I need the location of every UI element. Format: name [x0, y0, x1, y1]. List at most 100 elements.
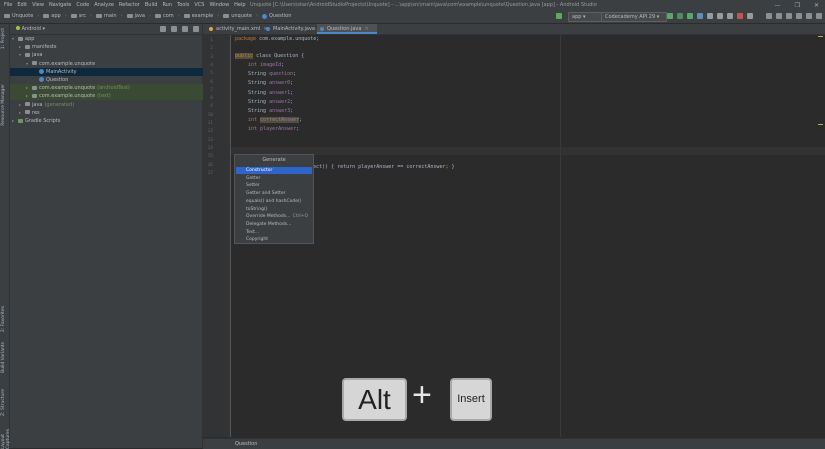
tree-item[interactable]: ▾ java — [10, 51, 211, 59]
generate-option[interactable]: toString() — [236, 206, 312, 213]
code-editor[interactable]: package com.example.unquote; public clas… — [231, 35, 825, 437]
tree-item-label: manifests — [32, 44, 57, 51]
sdk-manager-icon[interactable] — [776, 13, 782, 19]
field-type: String — [248, 108, 267, 114]
tree-item[interactable]: ▾ com.example.unquote — [10, 60, 218, 68]
run-icon[interactable] — [667, 13, 673, 19]
menu-help[interactable]: Help — [234, 2, 245, 8]
tab-mainactivity-java[interactable]: MainActivity.java× — [263, 24, 323, 34]
tree-item[interactable]: ▸ com.example.unquote (test) — [10, 92, 218, 101]
breadcrumb-separator: › — [256, 13, 258, 19]
tree-item[interactable]: ▸ manifests — [10, 43, 211, 51]
menu-build[interactable]: Build — [145, 2, 158, 8]
maximize-button[interactable]: ❐ — [795, 2, 800, 9]
tree-item[interactable]: ▸ com.example.unquote (androidTest) — [10, 84, 218, 93]
breadcrumb-item[interactable]: example — [183, 13, 213, 19]
project-view-select[interactable]: Android ▾ — [16, 26, 45, 32]
minimize-button[interactable]: — — [775, 2, 781, 9]
line-number: 4 — [210, 62, 213, 68]
tool-window-build-variants[interactable]: Build Variants — [1, 342, 6, 373]
hide-panel-icon[interactable] — [193, 26, 199, 32]
breadcrumb-item[interactable]: main — [96, 13, 117, 19]
project-structure-icon[interactable] — [786, 13, 792, 19]
device-select[interactable]: Codecademy API 29 ▾ — [601, 12, 667, 22]
stop-icon[interactable] — [737, 13, 743, 19]
breadcrumb-item[interactable]: app — [43, 13, 61, 19]
generate-option[interactable]: equals() and hashCode() — [236, 198, 312, 205]
menu-navigate[interactable]: Navigate — [49, 2, 71, 8]
line-number: 6 — [210, 79, 213, 85]
close-button[interactable]: ✕ — [814, 2, 819, 9]
generate-option[interactable]: Getter — [236, 175, 312, 182]
package-icon — [32, 85, 37, 90]
generate-option[interactable]: Override Methods... Ctrl+O — [236, 213, 312, 220]
menu-window[interactable]: Window — [209, 2, 229, 8]
generate-option[interactable]: Test... — [236, 229, 312, 236]
generate-option[interactable]: Delegate Methods... — [236, 221, 312, 228]
breadcrumb-item[interactable]: unquote — [223, 13, 252, 19]
generate-option[interactable]: Copyright — [236, 236, 312, 243]
breadcrumb-item[interactable]: Unquote — [4, 13, 33, 19]
folder-icon — [70, 14, 77, 18]
menu-view[interactable]: View — [32, 2, 44, 8]
collapse-all-icon[interactable] — [171, 26, 177, 32]
generate-option-label: Test... — [246, 229, 260, 235]
tree-item[interactable]: Question — [10, 76, 225, 84]
tool-window-project[interactable]: 1: Project — [1, 28, 6, 49]
folder-icon — [43, 14, 50, 18]
tree-item[interactable]: ▸ res — [10, 109, 211, 117]
tool-window-structure[interactable]: Z: Structure — [1, 389, 6, 416]
tree-item[interactable]: ▸ Gradle Scripts — [10, 117, 204, 125]
scrollbar-warning-mark — [818, 124, 823, 125]
generate-option-label: Copyright — [246, 237, 268, 243]
plus-sign: + — [412, 376, 432, 414]
tree-item-hint: (androidTest) — [97, 85, 130, 92]
menu-run[interactable]: Run — [162, 2, 172, 8]
editor-breadcrumb[interactable]: Question — [235, 441, 257, 447]
hammer-icon[interactable] — [556, 13, 562, 19]
generate-option[interactable]: Getter and Setter — [236, 190, 312, 197]
apply-changes-icon[interactable] — [677, 13, 683, 19]
tab-activity_main-xml[interactable]: activity_main.xml× — [206, 24, 268, 34]
device-manager-icon[interactable] — [806, 13, 812, 19]
menu-vcs[interactable]: VCS — [194, 2, 204, 8]
breadcrumb-item[interactable]: src — [70, 13, 86, 19]
tree-item[interactable]: MainActivity — [10, 67, 225, 76]
close-icon[interactable]: × — [364, 26, 368, 32]
tool-window-favorites[interactable]: 2: Favorites — [1, 306, 6, 332]
breadcrumb-separator: › — [120, 13, 123, 19]
menu-edit[interactable]: Edit — [17, 2, 27, 8]
tab-question-java[interactable]: Question.java × — [317, 24, 377, 34]
menu-refactor[interactable]: Refactor — [119, 2, 140, 8]
generate-option[interactable]: Constructor — [236, 167, 312, 174]
menu-tools[interactable]: Tools — [177, 2, 189, 8]
search-icon[interactable] — [816, 13, 822, 19]
tool-window-resource-manager[interactable]: Resource Manager — [1, 84, 6, 126]
menu-code[interactable]: Code — [76, 2, 89, 8]
code-line-field: String question; — [248, 71, 297, 78]
avd-manager-icon[interactable] — [766, 13, 772, 19]
breadcrumb-item[interactable]: Question — [262, 13, 291, 19]
locate-file-icon[interactable] — [160, 26, 166, 32]
breadcrumb-item[interactable]: com — [155, 13, 174, 19]
tree-item[interactable]: ▸ java (generated) — [10, 101, 211, 109]
profile-icon[interactable] — [707, 13, 713, 19]
window-controls: — ❐ ✕ — [775, 2, 819, 9]
gear-icon[interactable] — [182, 26, 188, 32]
breadcrumb: Unquote › app › src › main › java › com › example › un… — [4, 13, 291, 19]
code-line-field: String answer3; — [248, 108, 294, 114]
generate-option[interactable]: Setter — [236, 182, 312, 189]
field-type: String — [248, 71, 267, 78]
coverage-icon[interactable] — [727, 13, 733, 19]
breadcrumb-item[interactable]: java — [126, 13, 145, 19]
menu-analyze[interactable]: Analyze — [94, 2, 114, 8]
run-config-select[interactable]: app ▾ — [568, 12, 602, 22]
sync-icon[interactable] — [747, 13, 753, 19]
layout-inspector-icon[interactable] — [796, 13, 802, 19]
debug-icon[interactable] — [697, 13, 703, 19]
code-line-class: public class Question { — [235, 53, 304, 59]
attach-debugger-icon[interactable] — [717, 13, 723, 19]
apply-code-changes-icon[interactable] — [687, 13, 693, 19]
tree-item[interactable]: ▾ app — [10, 35, 204, 43]
menu-file[interactable]: File — [4, 2, 12, 8]
